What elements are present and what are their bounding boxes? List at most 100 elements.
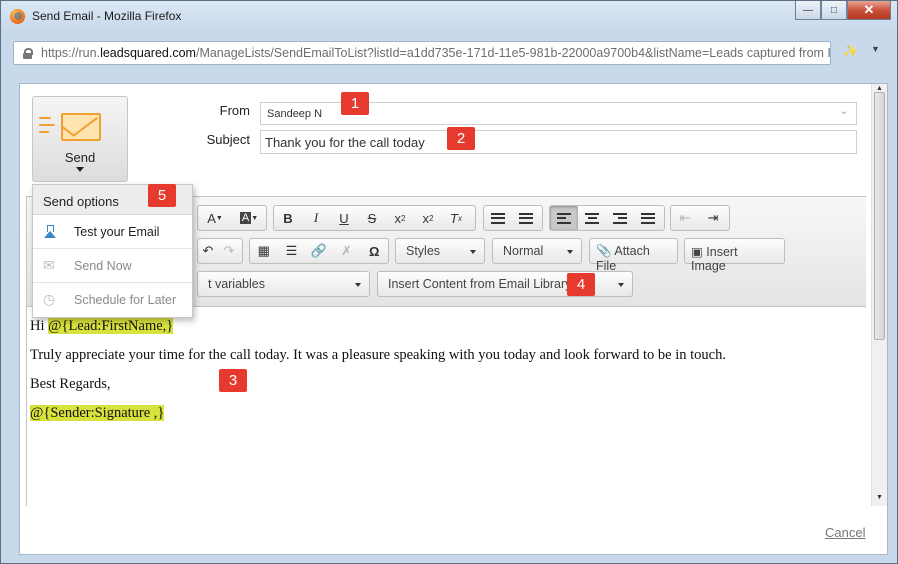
send-button-label: Send — [64, 150, 96, 165]
indent-group: ⇤ ⇥ — [670, 205, 730, 231]
horizontal-rule-icon[interactable]: ☰ — [278, 239, 306, 263]
cancel-link[interactable]: Cancel — [825, 525, 865, 540]
menu-item-label: Test your Email — [74, 225, 160, 239]
list-group — [483, 205, 543, 231]
menu-item-schedule[interactable]: ◷ Schedule for Later — [33, 283, 192, 317]
numbered-list-icon[interactable] — [484, 206, 512, 230]
close-button[interactable]: ✕ — [847, 1, 891, 20]
paperclip-icon: 📎 — [596, 244, 612, 258]
envelope-icon — [61, 113, 101, 141]
remove-format-icon[interactable]: Tx — [442, 206, 470, 230]
menu-chevron-down-icon[interactable]: ▼ — [871, 44, 880, 54]
menu-item-label: Schedule for Later — [74, 293, 177, 307]
insert-variables-dropdown[interactable]: t variables — [197, 271, 370, 297]
extension-icon[interactable]: ✨ — [843, 44, 858, 58]
caret-down-icon — [470, 250, 476, 254]
schedule-clock-icon: ◷ — [43, 291, 56, 307]
outdent-icon[interactable]: ⇤ — [671, 206, 699, 230]
redo-icon[interactable]: ↷ — [218, 239, 240, 263]
email-library-label: Insert Content from Email Library — [388, 277, 572, 291]
menu-item-test-email[interactable]: Test your Email — [33, 215, 192, 249]
scroll-thumb[interactable] — [874, 92, 885, 340]
styles-label: Styles — [406, 244, 441, 258]
underline-icon[interactable]: U — [330, 206, 358, 230]
scroll-down-arrow-icon[interactable]: ▼ — [876, 494, 883, 501]
special-char-icon[interactable]: Ω — [360, 239, 388, 263]
attach-file-button[interactable]: 📎 Attach File — [589, 238, 678, 273]
body-line-2: Truly appreciate your time for the call … — [30, 347, 726, 363]
subject-value: Thank you for the call today — [265, 135, 425, 150]
send-now-icon: ✉ — [43, 257, 55, 273]
address-bar[interactable]: https://run. leadsquared.com/ManageLists/… — [13, 41, 831, 65]
align-group — [549, 205, 665, 231]
window-controls: — □ ✕ — [795, 1, 891, 20]
greeting-text: Hi — [30, 318, 49, 334]
caret-down-icon — [76, 167, 84, 172]
maximize-button[interactable]: □ — [821, 1, 847, 20]
subject-input[interactable]: Thank you for the call today — [260, 130, 857, 154]
bold-icon[interactable]: B — [274, 206, 302, 230]
chevron-down-icon: ⌄ — [839, 106, 848, 117]
url-scheme: https://run. — [41, 46, 101, 60]
url-path: /ManageLists/SendEmailToList?listId=a1dd… — [195, 46, 831, 60]
bulleted-list-icon[interactable] — [512, 206, 540, 230]
signature-variable: @{Sender:Signature ,} — [30, 405, 165, 421]
format-label: Normal — [503, 244, 544, 258]
styles-dropdown[interactable]: Styles — [395, 238, 485, 264]
strikethrough-icon[interactable]: S — [358, 206, 386, 230]
subscript-icon[interactable]: x2 — [386, 206, 414, 230]
window-title: Send Email - Mozilla Firefox — [32, 9, 182, 23]
insert-image-button[interactable]: ▣ Insert Image — [684, 238, 785, 273]
format-dropdown[interactable]: Normal — [492, 238, 582, 264]
flask-icon — [43, 225, 57, 239]
callout-4: 4 — [567, 273, 595, 296]
variables-label: t variables — [208, 277, 265, 291]
vertical-scrollbar[interactable]: ▲ ▼ — [871, 84, 887, 506]
undo-icon[interactable]: ↶ — [198, 239, 218, 263]
from-value: Sandeep N — [267, 108, 323, 120]
link-icon[interactable]: 🔗 — [305, 239, 333, 263]
body-line-3: Best Regards, — [30, 376, 111, 392]
scroll-up-arrow-icon[interactable]: ▲ — [876, 85, 883, 92]
basic-style-group: B I U S x2 x2 Tx — [273, 205, 476, 231]
history-group: ↶ ↷ — [197, 238, 243, 264]
url-domain: leadsquared.com — [100, 46, 196, 60]
menu-item-label: Send Now — [74, 259, 132, 273]
insert-group: ▦ ☰ 🔗 ✗ Ω — [249, 238, 389, 264]
send-email-dialog: ▲ ▼ Send From Sandeep N ⌄ Subject Thank … — [19, 83, 888, 555]
callout-1: 1 — [341, 92, 369, 115]
align-right-icon[interactable] — [606, 206, 634, 230]
caret-down-icon — [618, 283, 624, 287]
callout-5: 5 — [148, 184, 176, 207]
firefox-icon — [10, 9, 25, 24]
from-label: From — [219, 103, 250, 118]
text-color-icon[interactable]: A ▼ — [198, 206, 232, 230]
callout-2: 2 — [447, 127, 475, 150]
align-left-icon[interactable] — [550, 206, 578, 230]
unlink-icon[interactable]: ✗ — [333, 239, 361, 263]
caret-down-icon — [567, 250, 573, 254]
table-icon[interactable]: ▦ — [250, 239, 278, 263]
image-icon: ▣ — [691, 245, 703, 259]
bg-color-icon[interactable]: A ▼ — [232, 206, 266, 230]
firstname-variable: @{Lead:FirstName,} — [48, 318, 174, 334]
superscript-icon[interactable]: x2 — [414, 206, 442, 230]
indent-icon[interactable]: ⇥ — [699, 206, 727, 230]
align-center-icon[interactable] — [578, 206, 606, 230]
justify-icon[interactable] — [634, 206, 662, 230]
minimize-button[interactable]: — — [795, 1, 821, 20]
signature-line: @{Sender:Signature ,} — [30, 405, 165, 422]
email-body[interactable]: Hi @{Lead:FirstName,} Truly appreciate y… — [27, 308, 866, 508]
title-bar: Send Email - Mozilla Firefox — □ ✕ — [1, 1, 897, 31]
italic-icon[interactable]: I — [302, 206, 330, 230]
body-greeting-line: Hi @{Lead:FirstName,} — [30, 318, 174, 335]
browser-window: Send Email - Mozilla Firefox — □ ✕ https… — [0, 0, 898, 564]
lock-icon — [22, 47, 33, 59]
speed-lines-icon — [39, 117, 57, 137]
callout-3: 3 — [219, 369, 247, 392]
caret-down-icon — [355, 283, 361, 287]
subject-label: Subject — [206, 132, 250, 147]
send-button[interactable]: Send — [32, 96, 128, 182]
color-group: A ▼ A ▼ — [197, 205, 267, 231]
menu-item-send-now[interactable]: ✉ Send Now — [33, 249, 192, 283]
